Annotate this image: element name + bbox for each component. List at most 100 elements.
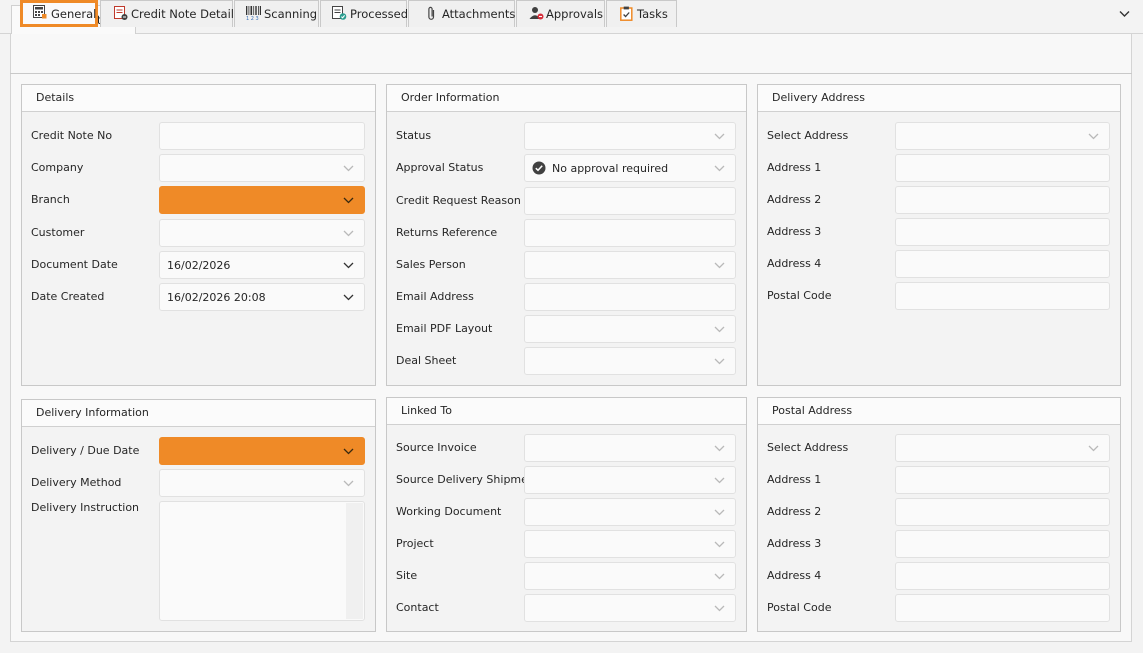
address3-label: Address 3 (767, 225, 822, 238)
delivery-address3-field[interactable] (895, 218, 1110, 246)
sales-person-dropdown[interactable] (524, 251, 736, 279)
delivery-method-dropdown[interactable] (159, 469, 365, 497)
user-approval-icon (529, 6, 544, 23)
chevron-down-icon (1088, 133, 1099, 140)
group-title: Linked To (387, 398, 746, 425)
chevron-down-icon (343, 230, 354, 237)
group-title: Details (22, 85, 375, 112)
approval-status-dropdown[interactable]: No approval required (524, 154, 736, 182)
group-title: Order Information (387, 85, 746, 112)
tab-label: Processed (350, 7, 408, 21)
delivery-method-label: Delivery Method (31, 476, 122, 489)
postal-code-label: Postal Code (767, 289, 832, 302)
source-invoice-label: Source Invoice (396, 441, 477, 454)
delivery-due-date-label: Delivery / Due Date (31, 444, 140, 457)
contact-label: Contact (396, 601, 439, 614)
chevron-down-icon (343, 165, 354, 172)
chevron-down-icon (343, 197, 354, 204)
postal-address3-field[interactable] (895, 530, 1110, 558)
tab-attachments[interactable]: Attachments (408, 0, 515, 27)
tab-strip-divider (10, 73, 1132, 74)
chevron-down-icon (714, 133, 725, 140)
returns-reference-label: Returns Reference (396, 226, 498, 239)
branch-dropdown[interactable] (159, 186, 365, 214)
chevron-down-icon (714, 477, 725, 484)
tab-credit-note-details[interactable]: Credit Note Details (100, 0, 240, 27)
delivery-instruction-textarea[interactable] (159, 501, 365, 621)
project-label: Project (396, 537, 434, 550)
chevron-down-icon (714, 541, 725, 548)
site-dropdown[interactable] (524, 562, 736, 590)
email-address-field[interactable] (524, 283, 736, 311)
postal-address2-field[interactable] (895, 498, 1110, 526)
chevron-down-icon (343, 448, 354, 455)
address4-label: Address 4 (767, 569, 822, 582)
deal-sheet-dropdown[interactable] (524, 347, 736, 375)
credit-request-reason-label: Credit Request Reason (396, 194, 521, 207)
processed-icon (332, 6, 347, 23)
source-delivery-shipment-dropdown[interactable] (524, 466, 736, 494)
status-label: Status (396, 129, 432, 142)
chevron-down-icon (1088, 445, 1099, 452)
credit-note-no-label: Credit Note No (31, 129, 113, 142)
chevron-down-icon (343, 294, 354, 301)
company-label: Company (31, 161, 84, 174)
tab-processed[interactable]: Processed (320, 0, 408, 27)
delivery-address2-field[interactable] (895, 186, 1110, 214)
check-circle-icon (532, 161, 546, 175)
chevron-down-icon (343, 480, 354, 487)
source-invoice-dropdown[interactable] (524, 434, 736, 462)
tab-tasks[interactable]: Tasks (606, 0, 677, 27)
date-created-picker[interactable]: 16/02/2026 20:08 (159, 283, 365, 311)
document-icon (114, 6, 128, 23)
chevron-down-icon[interactable] (1119, 8, 1130, 21)
address4-label: Address 4 (767, 257, 822, 270)
document-date-picker[interactable]: 16/02/2026 (159, 251, 365, 279)
svg-text:1 2 3: 1 2 3 (246, 16, 259, 20)
customer-dropdown[interactable] (159, 219, 365, 247)
group-title: Delivery Information (22, 400, 375, 427)
date-created-label: Date Created (31, 290, 105, 303)
address1-label: Address 1 (767, 473, 822, 486)
branch-label: Branch (31, 193, 70, 206)
source-delivery-shipment-label: Source Delivery Shipment (396, 473, 540, 486)
postal-code-label: Postal Code (767, 601, 832, 614)
contact-dropdown[interactable] (524, 594, 736, 622)
credit-request-reason-field[interactable] (524, 187, 736, 215)
delivery-address1-field[interactable] (895, 154, 1110, 182)
tab-approvals[interactable]: Approvals (516, 0, 605, 27)
postal-postal-code-field[interactable] (895, 594, 1110, 622)
chevron-down-icon (714, 573, 725, 580)
scrollbar[interactable] (346, 503, 363, 619)
address2-label: Address 2 (767, 193, 822, 206)
postal-address4-field[interactable] (895, 562, 1110, 590)
email-pdf-layout-dropdown[interactable] (524, 315, 736, 343)
site-label: Site (396, 569, 418, 582)
chevron-down-icon (714, 445, 725, 452)
delivery-address4-field[interactable] (895, 250, 1110, 278)
address3-label: Address 3 (767, 537, 822, 550)
delivery-postal-code-field[interactable] (895, 282, 1110, 310)
tab-general[interactable]: General (20, 0, 98, 27)
returns-reference-field[interactable] (524, 219, 736, 247)
tab-label: Scanning (264, 7, 318, 21)
project-dropdown[interactable] (524, 530, 736, 558)
delivery-due-date-picker[interactable] (159, 437, 365, 465)
postal-select-address-dropdown[interactable] (895, 434, 1110, 462)
chevron-down-icon (714, 605, 725, 612)
address2-label: Address 2 (767, 505, 822, 518)
select-address-label: Select Address (767, 129, 849, 142)
tab-scanning[interactable]: 1 2 3 Scanning (234, 0, 319, 27)
postal-address1-field[interactable] (895, 466, 1110, 494)
working-document-dropdown[interactable] (524, 498, 736, 526)
tab-label: Credit Note Details (131, 7, 240, 21)
company-dropdown[interactable] (159, 154, 365, 182)
credit-note-no-field[interactable] (159, 122, 365, 150)
status-dropdown[interactable] (524, 122, 736, 150)
delivery-select-address-dropdown[interactable] (895, 122, 1110, 150)
clipboard-check-icon (620, 6, 633, 24)
calculator-icon (33, 5, 47, 22)
chevron-down-icon (714, 326, 725, 333)
tab-label: Attachments (442, 7, 516, 21)
working-document-label: Working Document (396, 505, 502, 518)
